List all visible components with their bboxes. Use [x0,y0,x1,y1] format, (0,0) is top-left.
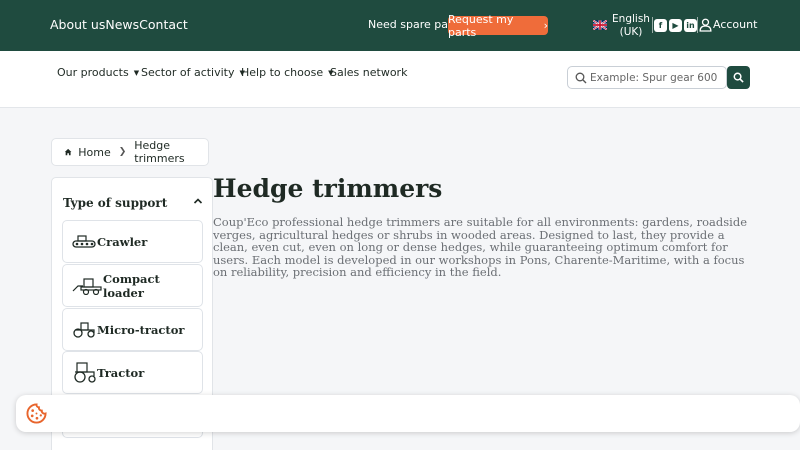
filter-option-micro-tractor[interactable]: Micro-tractor [62,308,203,351]
nav-label: Help to choose [241,66,324,79]
language-region: (UK) [619,26,643,38]
divider [697,17,698,33]
chevron-up-icon[interactable] [193,197,203,205]
crawler-icon [72,234,96,248]
nav-label: Sector of activity [141,66,235,79]
language-name: English [612,13,650,25]
home-icon[interactable] [64,147,72,157]
breadcrumb: Home ❯ Hedge trimmers [51,138,209,166]
search-icon [733,72,744,83]
nav-sector-of-activity[interactable]: Sector of activity ▼ [141,66,245,79]
filter-option-label: Crawler [97,234,148,249]
search-icon [575,72,587,84]
top-bar: About us News Contact Need spare parts? … [0,0,800,51]
caret-down-icon: ▼ [133,69,140,77]
request-parts-label: Request my parts [448,12,514,39]
page-title: Hedge trimmers [213,174,443,203]
nav-help-to-choose[interactable]: Help to choose ▼ [241,66,333,79]
micro-tractor-icon [73,321,95,338]
cookie-icon[interactable] [26,403,47,424]
filter-title: Type of support [63,196,168,210]
about-us-link[interactable]: About us [50,17,105,32]
filter-option-label: Compact loader [103,271,160,300]
search-box [567,66,727,89]
youtube-icon[interactable]: ▶ [669,19,682,32]
uk-flag-icon[interactable] [593,20,607,30]
user-icon[interactable] [699,18,712,32]
compact-loader-icon [72,277,102,295]
nav-label: Our products [57,66,129,79]
cookie-banner [16,395,800,432]
breadcrumb-home[interactable]: Home [78,146,110,159]
page-description: Coup'Eco professional hedge trimmers are… [213,215,748,279]
filter-option-compact-loader[interactable]: Compact loader [62,264,203,307]
linkedin-icon[interactable]: in [684,19,697,32]
language-selector[interactable]: English (UK) [612,13,650,39]
search-button[interactable] [727,66,750,89]
nav-label: Sales network [330,66,408,79]
news-link[interactable]: News [105,17,139,32]
filter-option-tractor[interactable]: Tractor [62,351,203,394]
filter-option-crawler[interactable]: Crawler [62,220,203,263]
search-input[interactable] [590,70,722,86]
chevron-right-icon: › [543,19,548,32]
nav-our-products[interactable]: Our products ▼ [57,66,139,79]
chevron-right-icon: ❯ [118,147,127,157]
breadcrumb-current: Hedge trimmers [134,139,185,165]
divider [652,17,653,33]
contact-link[interactable]: Contact [139,17,188,32]
nav-sales-network[interactable]: Sales network [330,66,407,79]
facebook-icon[interactable]: f [654,19,667,32]
filter-option-label: Tractor [97,365,145,380]
top-links: About us News Contact [50,17,188,32]
tractor-icon [74,361,96,383]
account-link[interactable]: Account [713,18,757,31]
filter-option-label: Micro-tractor [97,322,185,337]
request-parts-button[interactable]: Request my parts › [448,13,548,39]
main-nav: Our products ▼ Sector of activity ▼ Help t… [0,51,800,108]
